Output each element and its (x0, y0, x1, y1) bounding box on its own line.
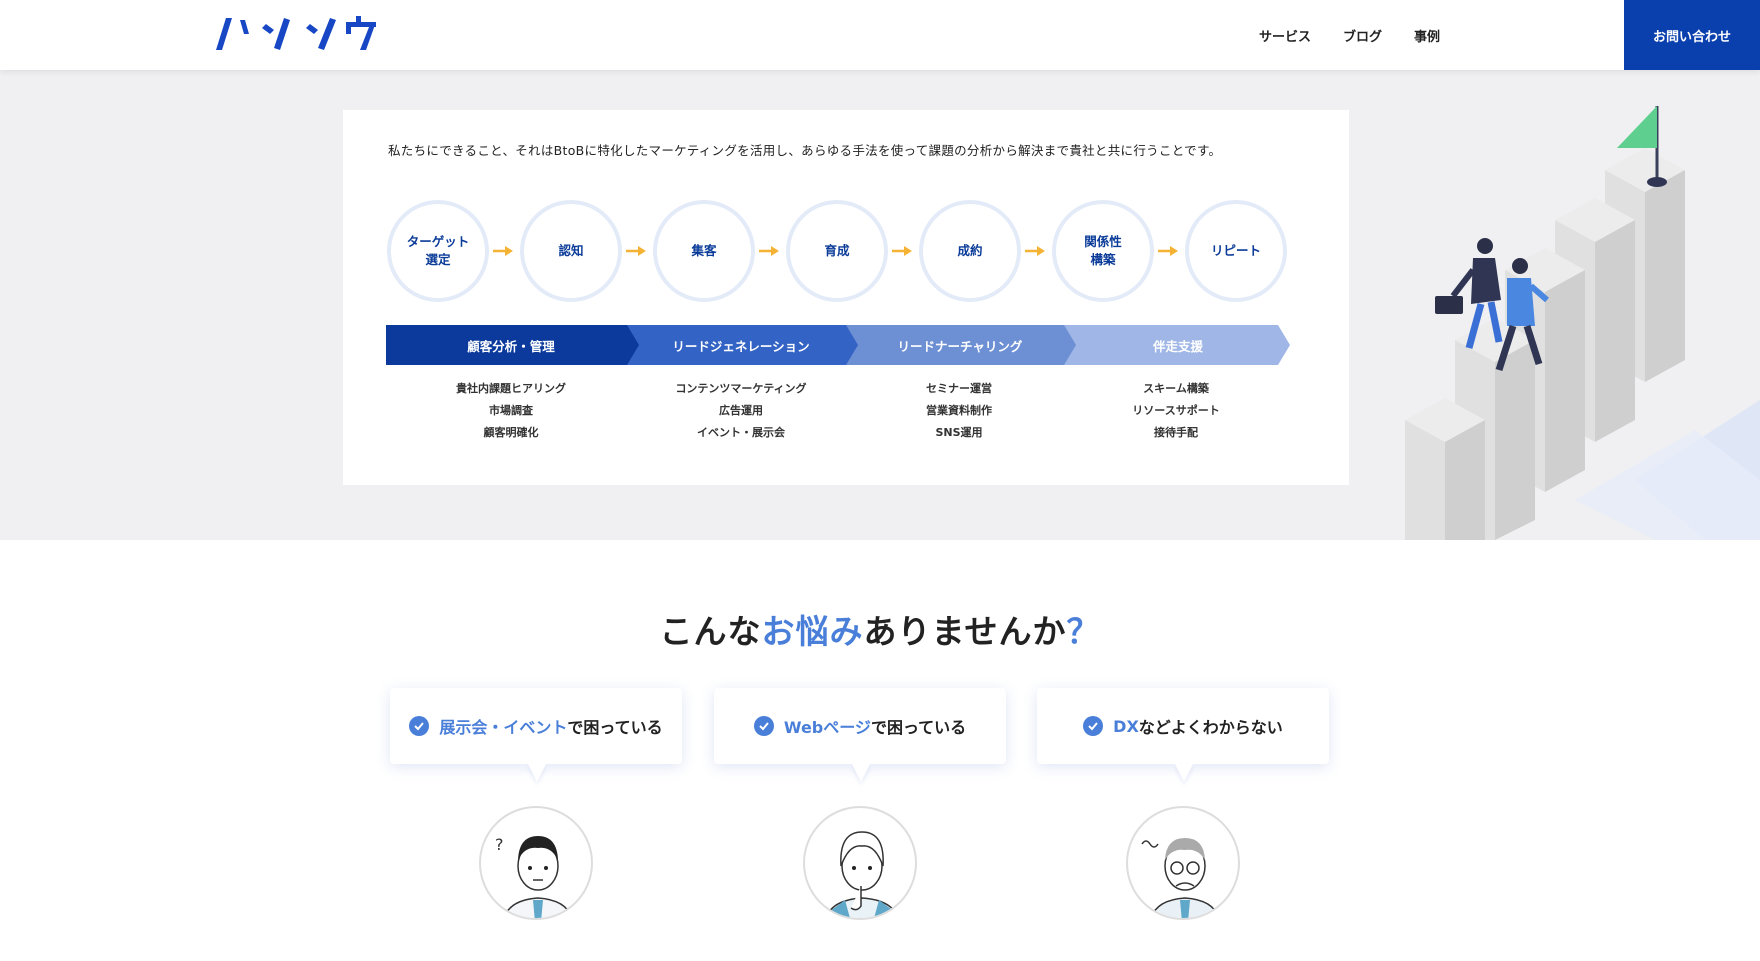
concern-card-webpage: Webページ で困っている (714, 688, 1006, 782)
step-nurture: 育成 (786, 200, 888, 302)
heading-prefix: こんな (659, 612, 762, 651)
step-flow: ターゲット 選定 認知 集客 育成 成約 関係性 構築 リピート (387, 200, 1291, 304)
bubble-tail (528, 764, 546, 782)
task-item: 接待手配 (1154, 426, 1198, 439)
site-header: サービス ブログ 事例 お問い合わせ (0, 0, 1760, 70)
task-item: 貴社内課題ヒアリング (456, 382, 566, 395)
task-item: スキーム構築 (1143, 382, 1209, 395)
step-relationship: 関係性 構築 (1052, 200, 1154, 302)
concern-rest: などよくわからない (1138, 718, 1283, 737)
phase-lead-nurturing: リードナーチャリング (897, 338, 1023, 354)
concern-accent: DX (1113, 716, 1139, 736)
nav-item-cases[interactable]: 事例 (1414, 26, 1440, 45)
avatar-thinking-woman (803, 806, 917, 920)
svg-text:?: ? (495, 835, 504, 854)
task-item: コンテンツマーケティング (675, 382, 807, 395)
check-circle-icon (1083, 716, 1104, 736)
heading-question-mark: ？ (1066, 612, 1101, 651)
concern-card-exhibition: 展示会・イベント で困っている (390, 688, 682, 782)
avatar-worried-elder (1126, 806, 1240, 920)
intro-text: 私たちにできること、それはBtoBに特化したマーケティングを活用し、あらゆる手法… (388, 143, 1222, 158)
task-item: セミナー運営 (926, 382, 992, 395)
task-item: 広告運用 (719, 404, 763, 417)
concern-accent: Webページ (783, 718, 871, 737)
task-item: イベント・展示会 (697, 426, 785, 439)
task-item: リソースサポート (1132, 404, 1220, 417)
task-item: 市場調査 (489, 404, 533, 417)
bubble-tail (1175, 764, 1193, 782)
heading-accent: お悩み (761, 612, 864, 651)
nav-item-service[interactable]: サービス (1259, 26, 1311, 45)
task-list: 貴社内課題ヒアリング 市場調査 顧客明確化 (411, 378, 611, 444)
concern-accent: 展示会・イベント (439, 718, 568, 737)
check-circle-icon (753, 716, 774, 736)
contact-button[interactable]: お問い合わせ (1624, 0, 1760, 70)
task-item: 顧客明確化 (483, 426, 539, 439)
concern-rest: で困っている (870, 718, 967, 737)
concern-rest: で困っている (567, 718, 663, 737)
arrow-right-icon (1158, 246, 1178, 256)
nav-item-blog[interactable]: ブログ (1343, 26, 1382, 45)
step-acquisition: 集客 (653, 200, 755, 302)
step-conversion: 成約 (919, 200, 1021, 302)
task-list: スキーム構築 リソースサポート 接待手配 (1076, 378, 1276, 444)
bubble-tail (852, 764, 870, 782)
service-flow-card: 私たちにできること、それはBtoBに特化したマーケティングを活用し、あらゆる手法… (343, 110, 1349, 485)
task-item: SNS運用 (935, 426, 983, 439)
phase-lead-generation: リードジェネレーション (672, 338, 810, 354)
concern-card-dx: DX などよくわからない (1037, 688, 1329, 782)
step-awareness: 認知 (520, 200, 622, 302)
check-circle-icon (409, 716, 430, 736)
avatar-confused-man: ? (479, 806, 593, 920)
arrow-right-icon (1025, 246, 1045, 256)
arrow-right-icon (759, 246, 779, 256)
task-item: 営業資料制作 (926, 404, 992, 417)
phase-bar: 顧客分析・管理 リードジェネレーション リードナーチャリング 伴走支援 (386, 325, 1290, 365)
phase-support: 伴走支援 (1152, 338, 1203, 354)
staircase-illustration (1405, 106, 1760, 540)
arrow-right-icon (493, 246, 513, 256)
task-list: コンテンツマーケティング 広告運用 イベント・展示会 (641, 378, 841, 444)
step-repeat: リピート (1185, 200, 1287, 302)
task-list: セミナー運営 営業資料制作 SNS運用 (859, 378, 1059, 444)
step-target: ターゲット 選定 (387, 200, 489, 302)
arrow-right-icon (626, 246, 646, 256)
concerns-heading: こんなお悩みありませんか？ (0, 605, 1760, 653)
arrow-right-icon (892, 246, 912, 256)
main-nav: サービス ブログ 事例 (1259, 0, 1440, 70)
heading-suffix: ありませんか (863, 612, 1067, 651)
logo-bansou[interactable] (214, 14, 390, 54)
phase-customer-analysis: 顧客分析・管理 (467, 338, 555, 354)
